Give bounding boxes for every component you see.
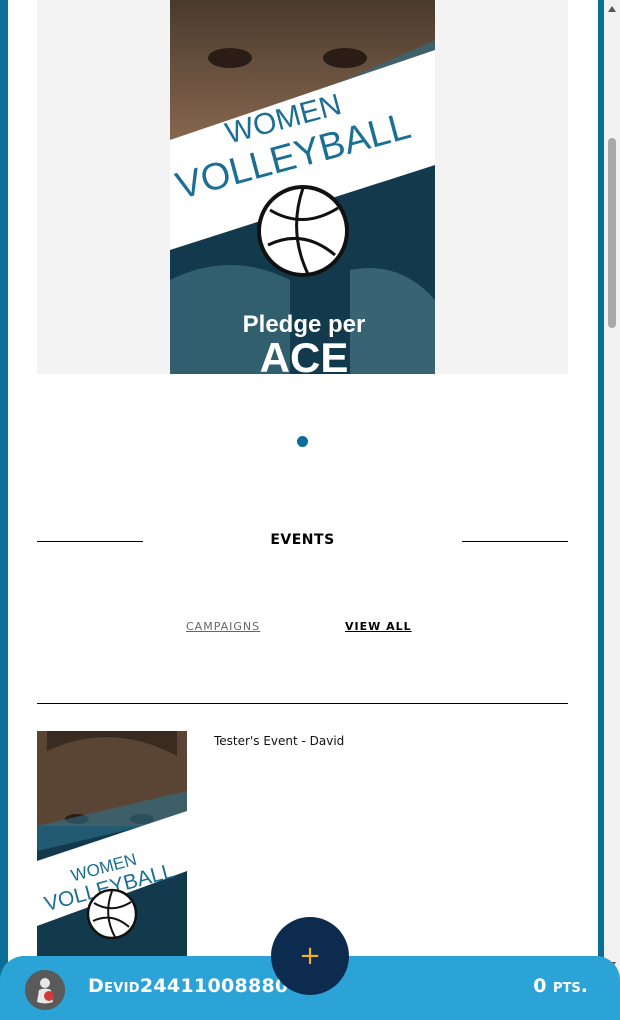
username: Devid24411008880 bbox=[88, 975, 289, 997]
scroll-up-arrow-icon[interactable] bbox=[608, 6, 616, 12]
scrollbar[interactable] bbox=[604, 0, 620, 1020]
volleyball-icon bbox=[86, 888, 138, 940]
hero-poster-line4: ACE bbox=[260, 334, 349, 374]
section-title: EVENTS bbox=[270, 532, 335, 548]
events-divider bbox=[37, 703, 568, 704]
carousel-dot[interactable] bbox=[297, 436, 308, 447]
scroll-thumb[interactable] bbox=[608, 138, 616, 328]
events-rule-right bbox=[462, 541, 568, 542]
add-button[interactable]: + bbox=[271, 917, 349, 995]
hero-poster-image: WOMEN VOLLEYBALL Pledge per ACE bbox=[170, 0, 435, 374]
left-border bbox=[0, 0, 8, 1020]
event-thumbnail[interactable]: WOMEN VOLLEYBALL bbox=[37, 731, 187, 961]
plus-icon: + bbox=[299, 941, 321, 971]
volleyball-icon bbox=[257, 185, 349, 277]
events-rule-left bbox=[37, 541, 143, 542]
points-counter: 0 pts. bbox=[533, 975, 588, 997]
avatar[interactable] bbox=[25, 970, 65, 1010]
event-title[interactable]: Tester's Event - David bbox=[214, 734, 344, 748]
tab-campaigns[interactable]: CAMPAIGNS bbox=[186, 620, 260, 633]
hero-carousel[interactable]: WOMEN VOLLEYBALL Pledge per ACE bbox=[37, 0, 568, 374]
tab-view-all[interactable]: VIEW ALL bbox=[345, 620, 412, 633]
